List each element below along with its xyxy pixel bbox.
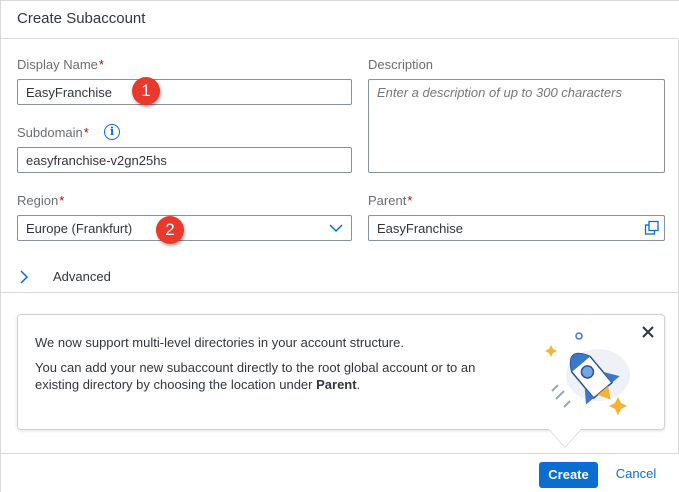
close-icon[interactable]: [640, 324, 656, 340]
parent-input[interactable]: EasyFranchise: [368, 215, 665, 241]
dialog-header: Create Subaccount: [1, 1, 679, 39]
description-textarea[interactable]: Enter a description of up to 300 charact…: [368, 79, 665, 173]
chevron-right-icon[interactable]: [19, 270, 29, 284]
subdomain-value: easyfranchise-v2gn25hs: [26, 153, 167, 168]
subdomain-label-text: Subdomain: [17, 125, 83, 140]
display-name-label: Display Name*: [17, 57, 104, 72]
info-message-end: .: [356, 377, 361, 392]
panel-pointer: [549, 429, 581, 447]
chevron-down-icon[interactable]: [329, 223, 343, 233]
required-marker: *: [407, 193, 413, 208]
subdomain-label: Subdomain*: [17, 125, 89, 140]
description-label: Description: [368, 57, 434, 72]
info-message-panel: We now support multi-level directories i…: [17, 314, 665, 430]
region-value: Europe (Frankfurt): [26, 221, 133, 236]
region-select[interactable]: Europe (Frankfurt): [17, 215, 352, 241]
annotation-badge-1: 1: [132, 77, 160, 105]
description-placeholder: Enter a description of up to 300 charact…: [377, 85, 622, 100]
display-name-value: EasyFranchise: [26, 85, 112, 100]
info-message-line-2: You can add your new subaccount directly…: [35, 359, 515, 393]
subdomain-input[interactable]: easyfranchise-v2gn25hs: [17, 147, 352, 173]
required-marker: *: [59, 193, 65, 208]
info-message-emphasis: Parent: [316, 377, 357, 392]
region-label-text: Region: [17, 193, 59, 208]
dialog-footer: Create Cancel: [1, 453, 679, 492]
parent-value: EasyFranchise: [377, 221, 463, 236]
value-help-icon[interactable]: [644, 220, 660, 236]
info-icon[interactable]: i: [104, 124, 120, 140]
annotation-badge-2: 2: [156, 216, 184, 244]
info-message-line-1: We now support multi-level directories i…: [35, 335, 404, 350]
cancel-button[interactable]: Cancel: [607, 462, 665, 488]
rocket-illustration: [545, 332, 630, 415]
display-name-input[interactable]: EasyFranchise: [17, 79, 352, 105]
required-marker: *: [98, 57, 104, 72]
advanced-section-toggle[interactable]: Advanced: [1, 263, 679, 293]
advanced-label[interactable]: Advanced: [53, 269, 111, 284]
parent-label: Parent*: [368, 193, 412, 208]
create-subaccount-dialog: Create Subaccount Display Name* EasyFran…: [0, 0, 679, 492]
create-button[interactable]: Create: [539, 462, 598, 488]
parent-label-text: Parent: [368, 193, 407, 208]
info-message-text: You can add your new subaccount directly…: [35, 360, 476, 392]
region-label: Region*: [17, 193, 64, 208]
display-name-label-text: Display Name: [17, 57, 98, 72]
required-marker: *: [83, 125, 89, 140]
dialog-title: Create Subaccount: [17, 10, 146, 27]
